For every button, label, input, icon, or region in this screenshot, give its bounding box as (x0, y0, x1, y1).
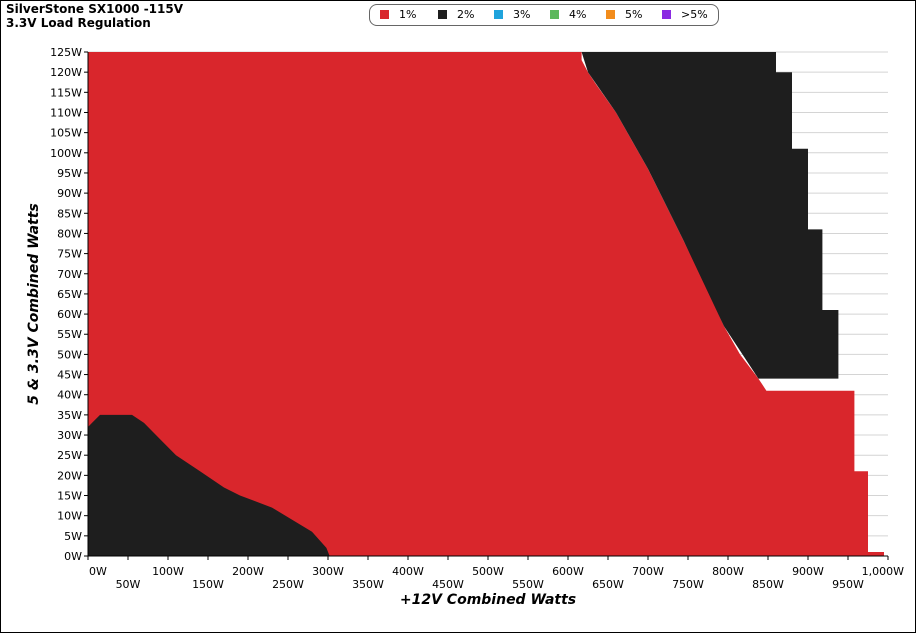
y-tick-label: 45W (57, 369, 82, 382)
x-tick-label: 1,000W (862, 565, 904, 578)
y-tick-label: 15W (57, 490, 82, 503)
y-tick-label: 10W (57, 510, 82, 523)
y-tick-label: 115W (50, 86, 82, 99)
x-axis-title: +12V Combined Watts (400, 592, 576, 608)
x-tick-label: 400W (392, 565, 424, 578)
x-tick-label: 300W (312, 565, 344, 578)
y-tick-label: 100W (50, 147, 82, 160)
y-tick-label: 40W (57, 389, 82, 402)
y-tick-label: 65W (57, 288, 82, 301)
y-tick-label: 50W (57, 348, 82, 361)
y-tick-label: 35W (57, 409, 82, 422)
x-tick-label: 800W (712, 565, 744, 578)
x-tick-label: 50W (116, 578, 141, 591)
x-tick-label: 700W (632, 565, 664, 578)
x-tick-label: 850W (752, 578, 784, 591)
y-tick-label: 90W (57, 187, 82, 200)
y-tick-label: 95W (57, 167, 82, 180)
x-tick-label: 550W (512, 578, 544, 591)
x-tick-label: 650W (592, 578, 624, 591)
x-tick-label: 0W (89, 565, 107, 578)
y-tick-label: 5W (64, 530, 82, 543)
y-tick-label: 110W (50, 106, 82, 119)
y-axis-title: 5 & 3.3V Combined Watts (26, 203, 42, 405)
y-tick-label: 25W (57, 449, 82, 462)
y-tick-label: 55W (57, 328, 82, 341)
x-tick-label: 450W (432, 578, 464, 591)
x-tick-label: 600W (552, 565, 584, 578)
y-tick-label: 80W (57, 227, 82, 240)
y-tick-label: 70W (57, 268, 82, 281)
y-tick-label: 75W (57, 248, 82, 261)
x-tick-label: 150W (192, 578, 224, 591)
y-tick-label: 30W (57, 429, 82, 442)
x-tick-label: 200W (232, 565, 264, 578)
y-tick-label: 20W (57, 469, 82, 482)
y-tick-label: 0W (64, 550, 82, 563)
chart-plot: 0W 5W 10W 15W 20W 25W 30W 35W 40W 45W 50W 55W 60W 65W… (26, 46, 904, 608)
x-tick-label: 950W (832, 578, 864, 591)
y-tick-label: 60W (57, 308, 82, 321)
x-tick-label: 350W (352, 578, 384, 591)
y-tick-label: 85W (57, 207, 82, 220)
x-tick-label: 500W (472, 565, 504, 578)
y-tick-label: 125W (50, 46, 82, 59)
x-tick-label: 900W (792, 565, 824, 578)
y-tick-label: 120W (50, 66, 82, 79)
x-tick-label: 250W (272, 578, 304, 591)
y-tick-label: 105W (50, 127, 82, 140)
x-tick-label: 750W (672, 578, 704, 591)
x-tick-label: 100W (152, 565, 184, 578)
